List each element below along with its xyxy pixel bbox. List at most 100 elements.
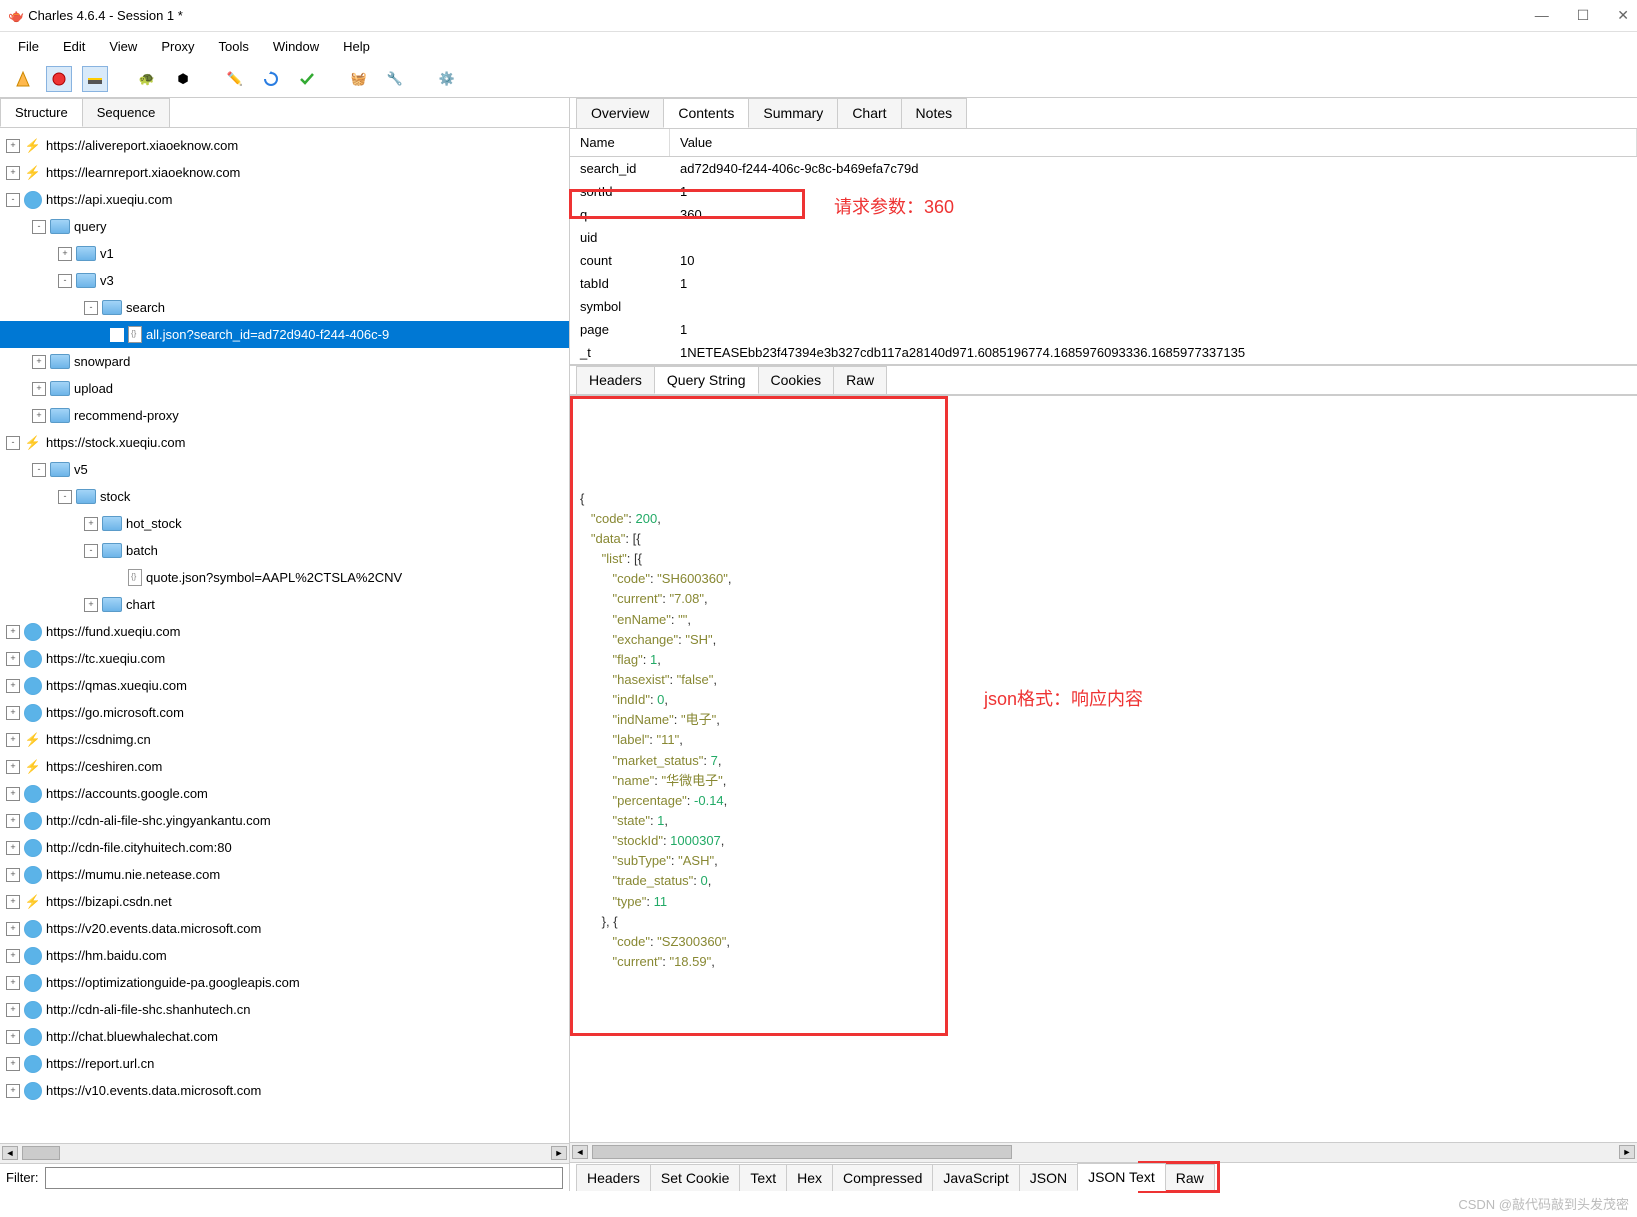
filter-input[interactable]: [45, 1167, 564, 1189]
grid-row[interactable]: count10: [570, 249, 1637, 272]
grid-row[interactable]: uid: [570, 226, 1637, 249]
tab-raw[interactable]: Raw: [833, 366, 887, 394]
menu-proxy[interactable]: Proxy: [151, 35, 204, 58]
expander-icon[interactable]: +: [6, 949, 20, 963]
tree-row[interactable]: +hot_stock: [0, 510, 569, 537]
menu-file[interactable]: File: [8, 35, 49, 58]
expander-icon[interactable]: +: [6, 166, 20, 180]
tab-headers[interactable]: Headers: [576, 366, 655, 394]
expander-icon[interactable]: +: [6, 1084, 20, 1098]
expander-icon[interactable]: +: [6, 139, 20, 153]
tab-notes[interactable]: Notes: [901, 98, 968, 128]
col-value-header[interactable]: Value: [670, 129, 1637, 156]
expander-icon[interactable]: -: [58, 490, 72, 504]
tree-row[interactable]: +http://chat.bluewhalechat.com: [0, 1023, 569, 1050]
tree-row[interactable]: +⚡https://alivereport.xiaoeknow.com: [0, 132, 569, 159]
turtle-button[interactable]: 🐢: [134, 66, 160, 92]
settings-button[interactable]: ⚙️: [434, 66, 460, 92]
expander-icon[interactable]: +: [6, 787, 20, 801]
tree-row[interactable]: +https://v10.events.data.microsoft.com: [0, 1077, 569, 1104]
json-hscroll[interactable]: ◄ ►: [570, 1142, 1637, 1162]
expander-icon[interactable]: +: [6, 868, 20, 882]
tree-row[interactable]: -v5: [0, 456, 569, 483]
scroll-left-arrow[interactable]: ◄: [2, 1146, 18, 1160]
expander-icon[interactable]: -: [58, 274, 72, 288]
menu-edit[interactable]: Edit: [53, 35, 95, 58]
expander-icon[interactable]: +: [32, 409, 46, 423]
tab-set-cookie[interactable]: Set Cookie: [650, 1164, 740, 1191]
scroll-thumb[interactable]: [592, 1145, 1012, 1159]
tree-row[interactable]: +⚡https://learnreport.xiaoeknow.com: [0, 159, 569, 186]
grid-row[interactable]: sortId1: [570, 180, 1637, 203]
tree-row[interactable]: +http://cdn-ali-file-shc.yingyankantu.co…: [0, 807, 569, 834]
expander-icon[interactable]: -: [84, 544, 98, 558]
expander-icon[interactable]: +: [32, 382, 46, 396]
tree-row[interactable]: -stock: [0, 483, 569, 510]
expander-icon[interactable]: +: [6, 1003, 20, 1017]
expander-icon[interactable]: +: [6, 652, 20, 666]
tree-row[interactable]: -⚡https://stock.xueqiu.com: [0, 429, 569, 456]
expander-icon[interactable]: +: [6, 625, 20, 639]
expander-icon[interactable]: [110, 571, 124, 585]
tree-row[interactable]: all.json?search_id=ad72d940-f244-406c-9: [0, 321, 569, 348]
expander-icon[interactable]: +: [84, 598, 98, 612]
tab-headers[interactable]: Headers: [576, 1164, 651, 1191]
clear-button[interactable]: [10, 66, 36, 92]
expander-icon[interactable]: +: [6, 760, 20, 774]
tree-row[interactable]: -v3: [0, 267, 569, 294]
tab-contents[interactable]: Contents: [663, 98, 749, 128]
grid-row[interactable]: q360: [570, 203, 1637, 226]
expander-icon[interactable]: +: [6, 841, 20, 855]
tree-row[interactable]: +http://cdn-ali-file-shc.shanhutech.cn: [0, 996, 569, 1023]
tree-row[interactable]: +⚡https://bizapi.csdn.net: [0, 888, 569, 915]
expander-icon[interactable]: +: [6, 895, 20, 909]
stop-button[interactable]: ⬢: [170, 66, 196, 92]
tree-row[interactable]: +v1: [0, 240, 569, 267]
refresh-button[interactable]: [258, 66, 284, 92]
tree-row[interactable]: -query: [0, 213, 569, 240]
grid-row[interactable]: _t1NETEASEbb23f47394e3b327cdb117a28140d9…: [570, 341, 1637, 364]
menu-tools[interactable]: Tools: [209, 35, 259, 58]
json-text-pane[interactable]: json格式：响应内容 { "code": 200, "data": [{ "l…: [570, 395, 1637, 1142]
tree-row[interactable]: -search: [0, 294, 569, 321]
tab-json-text[interactable]: JSON Text: [1077, 1163, 1166, 1191]
edit-button[interactable]: ✏️: [222, 66, 248, 92]
expander-icon[interactable]: +: [6, 814, 20, 828]
tree-row[interactable]: +upload: [0, 375, 569, 402]
grid-row[interactable]: page1: [570, 318, 1637, 341]
structure-tree[interactable]: +⚡https://alivereport.xiaoeknow.com+⚡htt…: [0, 128, 569, 1143]
expander-icon[interactable]: +: [6, 679, 20, 693]
tab-text[interactable]: Text: [739, 1164, 787, 1191]
expander-icon[interactable]: -: [32, 463, 46, 477]
expander-icon[interactable]: +: [6, 733, 20, 747]
tree-row[interactable]: +chart: [0, 591, 569, 618]
expander-icon[interactable]: -: [6, 436, 20, 450]
tree-row[interactable]: +https://accounts.google.com: [0, 780, 569, 807]
record-button[interactable]: [46, 66, 72, 92]
tab-summary[interactable]: Summary: [748, 98, 838, 128]
scroll-right-arrow[interactable]: ►: [551, 1146, 567, 1160]
tree-row[interactable]: quote.json?symbol=AAPL%2CTSLA%2CNV: [0, 564, 569, 591]
maximize-button[interactable]: ☐: [1577, 7, 1590, 24]
expander-icon[interactable]: +: [6, 1057, 20, 1071]
tab-javascript[interactable]: JavaScript: [932, 1164, 1019, 1191]
tree-row[interactable]: +http://cdn-file.cityhuitech.com:80: [0, 834, 569, 861]
tree-row[interactable]: +https://tc.xueqiu.com: [0, 645, 569, 672]
tab-query-string[interactable]: Query String: [654, 366, 759, 394]
menu-window[interactable]: Window: [263, 35, 329, 58]
expander-icon[interactable]: -: [6, 193, 20, 207]
tab-json[interactable]: JSON: [1019, 1164, 1078, 1191]
tree-row[interactable]: +https://qmas.xueqiu.com: [0, 672, 569, 699]
basket-button[interactable]: 🧺: [346, 66, 372, 92]
grid-row[interactable]: search_idad72d940-f244-406c-9c8c-b469efa…: [570, 157, 1637, 180]
tree-row[interactable]: +https://mumu.nie.netease.com: [0, 861, 569, 888]
grid-row[interactable]: tabId1: [570, 272, 1637, 295]
tab-sequence[interactable]: Sequence: [82, 98, 171, 127]
expander-icon[interactable]: -: [84, 301, 98, 315]
close-button[interactable]: ✕: [1617, 7, 1629, 24]
tree-row[interactable]: +https://go.microsoft.com: [0, 699, 569, 726]
expander-icon[interactable]: [110, 328, 124, 342]
tab-compressed[interactable]: Compressed: [832, 1164, 933, 1191]
expander-icon[interactable]: +: [32, 355, 46, 369]
scroll-right-arrow[interactable]: ►: [1619, 1145, 1635, 1159]
